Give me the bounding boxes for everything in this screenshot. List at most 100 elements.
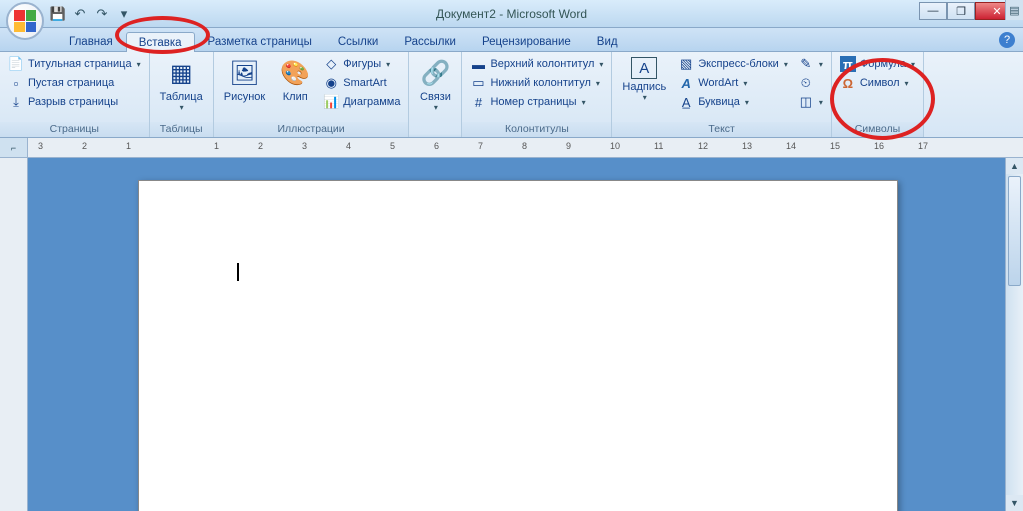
- group-label: Текст: [612, 122, 830, 137]
- scroll-up-icon[interactable]: ▲: [1006, 158, 1023, 174]
- ruler-tick: 6: [434, 141, 439, 151]
- footer-icon: ▭: [470, 75, 486, 91]
- help-icon[interactable]: ?: [999, 32, 1015, 48]
- ruler-tick: 7: [478, 141, 483, 151]
- tab-insert[interactable]: Вставка: [126, 32, 195, 52]
- tab-view[interactable]: Вид: [584, 31, 631, 51]
- object-button[interactable]: ◫▾: [794, 93, 827, 111]
- ruler-tick: 2: [82, 141, 87, 151]
- tab-review[interactable]: Рецензирование: [469, 31, 584, 51]
- footer-button[interactable]: ▭Нижний колонтитул▾: [466, 74, 607, 92]
- ruler-tick: 12: [698, 141, 708, 151]
- signature-button[interactable]: ✎▾: [794, 55, 827, 73]
- chart-icon: 📊: [323, 94, 339, 110]
- qat-more-icon[interactable]: ▾: [116, 6, 132, 22]
- symbol-button[interactable]: ΩСимвол▾: [836, 74, 919, 92]
- ruler-tick: 2: [258, 141, 263, 151]
- ruler-tick: 13: [742, 141, 752, 151]
- group-pages: 📄Титульная страница▾ ▫Пустая страница ⤓Р…: [0, 52, 150, 137]
- tab-references[interactable]: Ссылки: [325, 31, 392, 51]
- window-title: Документ2 - Microsoft Word: [436, 7, 587, 21]
- label: Верхний колонтитул: [490, 58, 594, 70]
- vertical-scrollbar[interactable]: ▲ ▼: [1005, 158, 1023, 511]
- scroll-thumb[interactable]: [1008, 176, 1021, 286]
- label: Клип: [283, 91, 308, 103]
- group-label: Таблицы: [150, 122, 213, 137]
- cover-page-icon: 📄: [8, 56, 24, 72]
- ruler-tick: 11: [654, 141, 663, 151]
- ruler-tick: 1: [214, 141, 219, 151]
- label: Титульная страница: [28, 58, 132, 70]
- group-text: AНадпись▾ ▧Экспресс-блоки▾ AWordArt▾ A̲Б…: [612, 52, 831, 137]
- label: Номер страницы: [490, 96, 576, 108]
- group-symbols: πФормула▾ ΩСимвол▾ Символы: [832, 52, 924, 137]
- picture-button[interactable]: 🖼 Рисунок: [218, 55, 272, 105]
- label: Буквица: [698, 96, 740, 108]
- ribbon: 📄Титульная страница▾ ▫Пустая страница ⤓Р…: [0, 52, 1023, 138]
- smartart-button[interactable]: ◉ SmartArt: [319, 74, 404, 92]
- minimize-button[interactable]: —: [919, 2, 947, 20]
- datetime-icon: ⏲: [798, 75, 814, 91]
- redo-icon[interactable]: ↷: [94, 6, 110, 22]
- ruler-tick: 9: [566, 141, 571, 151]
- shapes-button[interactable]: ◇Фигуры▾: [319, 55, 404, 73]
- window-controls: — ❐ ✕: [919, 2, 1019, 20]
- table-button[interactable]: ▦ Таблица▾: [154, 55, 209, 114]
- dropcap-button[interactable]: A̲Буквица▾: [674, 93, 792, 111]
- page-break-button[interactable]: ⤓Разрыв страницы: [4, 93, 145, 111]
- equation-button[interactable]: πФормула▾: [836, 55, 919, 73]
- chart-button[interactable]: 📊 Диаграмма: [319, 93, 404, 111]
- undo-icon[interactable]: ↶: [72, 6, 88, 22]
- tab-page-layout[interactable]: Разметка страницы: [195, 31, 325, 51]
- label: SmartArt: [343, 77, 386, 89]
- pagenum-button[interactable]: #Номер страницы▾: [466, 93, 607, 111]
- tab-home[interactable]: Главная: [56, 31, 126, 51]
- group-tables: ▦ Таблица▾ Таблицы: [150, 52, 214, 137]
- wordart-button[interactable]: AWordArt▾: [674, 74, 792, 92]
- ruler-tick: 1: [126, 141, 131, 151]
- scroll-down-icon[interactable]: ▼: [1006, 495, 1023, 511]
- save-icon[interactable]: 💾: [50, 6, 66, 22]
- datetime-button[interactable]: ⏲: [794, 74, 827, 92]
- group-illustrations: 🖼 Рисунок 🎨Клип ◇Фигуры▾ ◉ SmartArt 📊 Диагр…: [214, 52, 410, 137]
- ruler-tick: 10: [610, 141, 620, 151]
- clip-button[interactable]: 🎨Клип: [273, 55, 317, 105]
- ruler-tick: 4: [346, 141, 351, 151]
- label: Диаграмма: [343, 96, 400, 108]
- textbox-icon: A: [631, 57, 657, 79]
- label: Формула: [860, 58, 906, 70]
- label: Экспресс-блоки: [698, 58, 779, 70]
- vertical-ruler[interactable]: [0, 158, 28, 511]
- group-label: Символы: [832, 122, 923, 137]
- label: WordArt: [698, 77, 738, 89]
- omega-icon: Ω: [840, 75, 856, 91]
- quickparts-button[interactable]: ▧Экспресс-блоки▾: [674, 55, 792, 73]
- text-cursor: [237, 263, 239, 281]
- document-area: ▲ ▼: [0, 158, 1023, 511]
- smartart-icon: ◉: [323, 75, 339, 91]
- ruler-tick: 14: [786, 141, 796, 151]
- ribbon-tabs: Главная Вставка Разметка страницы Ссылки…: [0, 28, 1023, 52]
- document-page[interactable]: [138, 180, 898, 511]
- group-label: Страницы: [0, 122, 149, 137]
- pagenum-icon: #: [470, 94, 486, 110]
- group-header-footer: ▬Верхний колонтитул▾ ▭Нижний колонтитул▾…: [462, 52, 612, 137]
- cover-page-button[interactable]: 📄Титульная страница▾: [4, 55, 145, 73]
- office-button[interactable]: [6, 2, 44, 40]
- links-button[interactable]: 🔗Связи▾: [413, 55, 457, 114]
- textbox-button[interactable]: AНадпись▾: [616, 55, 672, 104]
- horizontal-ruler[interactable]: 3211234567891011121314151617: [28, 138, 1023, 157]
- page-scroll-area[interactable]: [28, 158, 1005, 511]
- ruler-toggle-icon[interactable]: ▤: [1005, 0, 1023, 20]
- maximize-button[interactable]: ❐: [947, 2, 975, 20]
- ruler-row: ⌐ 3211234567891011121314151617 ▤: [0, 138, 1023, 158]
- picture-icon: 🖼: [228, 57, 260, 89]
- label: Таблица: [160, 91, 203, 103]
- header-button[interactable]: ▬Верхний колонтитул▾: [466, 55, 607, 73]
- ruler-corner[interactable]: ⌐: [0, 138, 28, 157]
- label: Рисунок: [224, 91, 266, 103]
- blank-page-button[interactable]: ▫Пустая страница: [4, 74, 145, 92]
- ruler-tick: 3: [38, 141, 43, 151]
- tab-mailings[interactable]: Рассылки: [391, 31, 469, 51]
- label: Фигуры: [343, 58, 381, 70]
